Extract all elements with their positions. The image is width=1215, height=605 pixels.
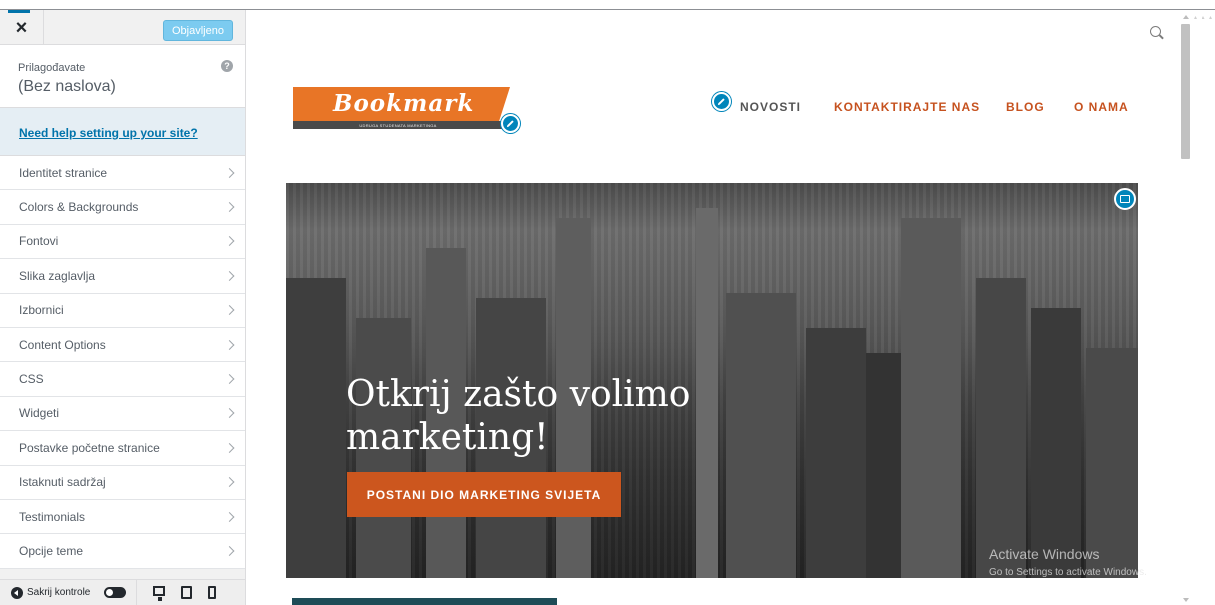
city-building [806, 328, 866, 578]
close-button[interactable]: × [0, 10, 44, 45]
hero-title-line-2: marketing! [346, 417, 549, 458]
scroll-thumb[interactable] [1181, 24, 1190, 159]
panel-css[interactable]: CSS [0, 362, 245, 397]
pencil-icon [506, 120, 514, 128]
hero-cta-button[interactable]: POSTANI DIO MARKETING SVIJETA [347, 472, 621, 517]
site-logo[interactable]: Bookmark UDRUGA STUDENATA MARKETINGA [293, 87, 510, 130]
panel-label: Istaknuti sadržaj [19, 475, 106, 490]
chevron-right-icon [224, 236, 235, 247]
tablet-icon[interactable] [181, 586, 193, 599]
city-building [1031, 308, 1081, 578]
city-building [696, 208, 718, 578]
panel-label: CSS [19, 372, 44, 387]
mobile-icon[interactable] [208, 586, 217, 599]
city-building [1086, 348, 1138, 578]
panel-istaknuti-sadrzaj[interactable]: Istaknuti sadržaj [0, 465, 245, 500]
close-accent-bar [8, 10, 30, 13]
hero-section: Otkrij zašto volimo marketing! POSTANI D… [286, 183, 1138, 578]
site-preview: Bookmark UDRUGA STUDENATA MARKETINGA NOV… [246, 10, 1180, 605]
city-building [726, 293, 796, 578]
panel-label: Colors & Backgrounds [19, 200, 139, 215]
city-building [901, 218, 961, 578]
panel-label: Slika zaglavlja [19, 268, 96, 283]
desktop-icon[interactable] [153, 586, 166, 601]
hero-title: Otkrij zašto volimo marketing! [346, 373, 690, 459]
site-title: (Bez naslova) [18, 78, 116, 95]
customizing-info: Prilagođavate (Bez naslova) ? [0, 45, 245, 108]
panel-slika-zaglavlja[interactable]: Slika zaglavlja [0, 259, 245, 294]
customizer-sidebar: × Objavljeno Prilagođavate (Bez naslova)… [0, 10, 246, 605]
panel-label: Fontovi [19, 234, 59, 249]
panel-widgeti[interactable]: Widgeti [0, 396, 245, 432]
chevron-right-icon [224, 202, 235, 213]
logo-edit-shortcut[interactable] [501, 114, 520, 133]
hide-controls-button[interactable]: Sakrij kontrole [11, 586, 91, 599]
chevron-right-icon [224, 511, 235, 522]
customizing-label: Prilagođavate [18, 62, 86, 74]
content-section-top [292, 598, 557, 605]
customizer-panel-list: Identitet stranice Colors & Backgrounds … [0, 156, 245, 569]
chevron-right-icon [224, 546, 235, 556]
controls-toggle[interactable] [104, 587, 127, 598]
panel-opcije-teme[interactable]: Opcije teme [0, 534, 245, 569]
panel-izbornici[interactable]: Izbornici [0, 293, 245, 328]
panel-testimonials[interactable]: Testimonials [0, 499, 245, 535]
publish-button[interactable]: Objavljeno [163, 20, 233, 41]
pencil-icon [717, 98, 725, 106]
panel-postavke-pocetne-stranice[interactable]: Postavke početne stranice [0, 431, 245, 466]
setup-help-link[interactable]: Need help setting up your site? [19, 126, 198, 140]
scroll-decoration [1194, 16, 1212, 19]
chevron-right-icon [224, 442, 235, 453]
panel-label: Identitet stranice [19, 165, 108, 180]
panel-label: Postavke početne stranice [19, 440, 160, 455]
scroll-up-arrow-icon[interactable] [1183, 15, 1189, 19]
logo-text: Bookmark [333, 90, 475, 117]
city-building [976, 278, 1026, 578]
hide-controls-label: Sakrij kontrole [27, 587, 91, 598]
nav-item-kontaktirajte-nas[interactable]: KONTAKTIRAJTE NAS [834, 100, 980, 114]
panel-label: Widgeti [19, 406, 60, 421]
image-icon [1120, 195, 1130, 203]
nav-item-o-nama[interactable]: O NAMA [1074, 100, 1129, 114]
preview-scrollbar[interactable] [1180, 10, 1215, 605]
menu-edit-shortcut[interactable] [712, 92, 731, 111]
logo-strip: UDRUGA STUDENATA MARKETINGA [293, 121, 503, 129]
collapse-icon [11, 586, 23, 599]
scroll-down-arrow-icon[interactable] [1183, 598, 1189, 602]
top-border [0, 0, 1215, 10]
panel-label: Izbornici [19, 303, 64, 318]
panel-identitet-stranice[interactable]: Identitet stranice [0, 156, 245, 191]
hero-title-line-1: Otkrij zašto volimo [346, 374, 691, 415]
chevron-right-icon [224, 270, 235, 281]
panel-colors-backgrounds[interactable]: Colors & Backgrounds [0, 190, 245, 225]
setup-help-box: Need help setting up your site? [0, 108, 245, 156]
footer-divider [136, 579, 138, 605]
search-icon[interactable] [1150, 26, 1161, 37]
city-building [286, 278, 346, 578]
chevron-right-icon [224, 408, 235, 419]
chevron-right-icon [224, 339, 235, 350]
header-image-edit-shortcut[interactable] [1114, 188, 1136, 210]
activate-windows-title: Activate Windows [989, 546, 1100, 562]
nav-item-novosti[interactable]: NOVOSTI [740, 100, 801, 114]
main-navigation: NOVOSTI KONTAKTIRAJTE NAS BLOG O NAMA [740, 100, 1140, 120]
chevron-right-icon [224, 305, 235, 316]
panel-label: Content Options [19, 337, 106, 352]
panel-fontovi[interactable]: Fontovi [0, 224, 245, 260]
panel-content-options[interactable]: Content Options [0, 327, 245, 363]
chevron-right-icon [224, 167, 235, 178]
panel-label: Testimonials [19, 509, 86, 524]
help-icon[interactable]: ? [221, 60, 233, 72]
sidebar-footer: Sakrij kontrole [0, 579, 245, 605]
chevron-right-icon [224, 477, 235, 488]
close-icon: × [15, 16, 28, 39]
panel-label: Opcije teme [19, 543, 84, 558]
nav-item-blog[interactable]: BLOG [1006, 100, 1045, 114]
activate-windows-subtitle: Go to Settings to activate Windows. [989, 567, 1147, 578]
chevron-right-icon [224, 374, 235, 384]
sidebar-header: × Objavljeno [0, 10, 245, 45]
